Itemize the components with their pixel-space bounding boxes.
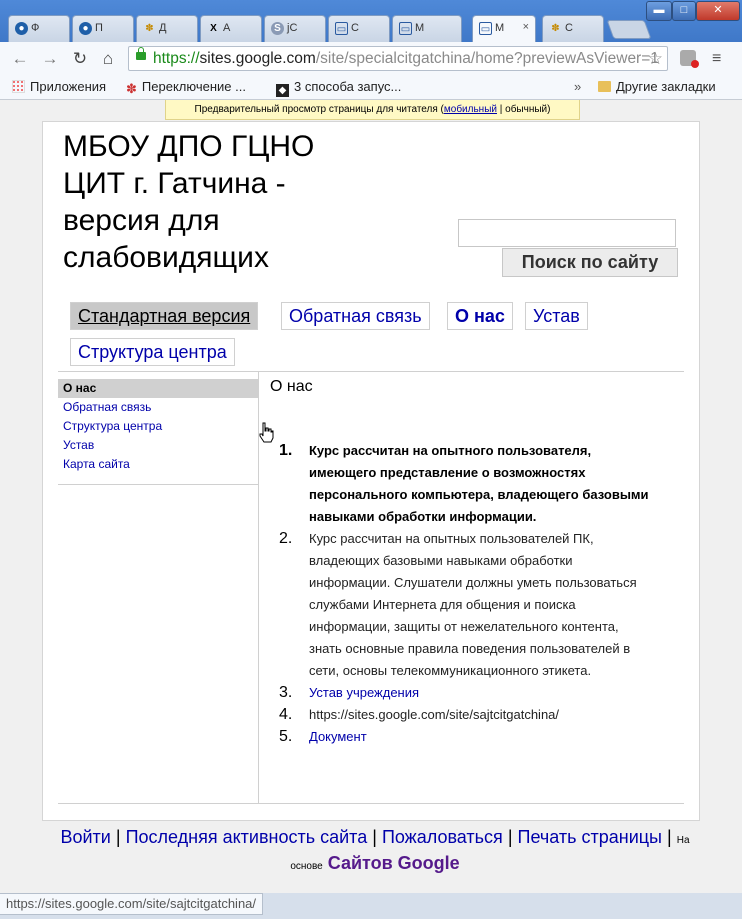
tab-close-icon[interactable]: × bbox=[523, 21, 529, 33]
page-viewport: Предварительный просмотр страницы для чи… bbox=[0, 100, 742, 893]
browser-tab-1[interactable]: ● Ф bbox=[8, 15, 70, 42]
browser-tab-2[interactable]: ● П bbox=[72, 15, 134, 42]
forward-arrow-icon[interactable]: → bbox=[40, 49, 60, 69]
other-bookmarks[interactable]: Другие закладки bbox=[598, 79, 716, 94]
browser-tab-3[interactable]: ✽ Д bbox=[136, 15, 198, 42]
x-logo-icon: X bbox=[210, 23, 217, 34]
sidebar: О нас Обратная связь Структура центра Ус… bbox=[58, 379, 258, 474]
folder-icon bbox=[598, 81, 611, 92]
content-title: О нас bbox=[270, 378, 313, 395]
status-bar: https://sites.google.com/site/sajtcitgat… bbox=[0, 893, 264, 915]
header-divider bbox=[58, 371, 684, 372]
nav-standard-version[interactable]: Стандартная версия bbox=[70, 302, 259, 330]
nav-structure[interactable]: Структура центра bbox=[70, 338, 235, 366]
report-abuse-link[interactable]: Пожаловаться bbox=[382, 827, 503, 847]
sidebar-item-feedback[interactable]: Обратная связь bbox=[58, 398, 258, 417]
sites-page-icon: ▭ bbox=[335, 22, 348, 35]
list-item: 4. https://sites.google.com/site/sajtcit… bbox=[279, 706, 560, 723]
blue-circle-icon: ● bbox=[79, 22, 92, 35]
browser-tab-active[interactable]: ▭ М × bbox=[472, 15, 536, 43]
site-title: МБОУ ДПО ГЦНО ЦИТ г. Гатчина - версия дл… bbox=[63, 130, 315, 274]
sidebar-item-sitemap[interactable]: Карта сайта bbox=[58, 455, 258, 474]
document-link[interactable]: Документ bbox=[309, 729, 367, 744]
recent-activity-link[interactable]: Последняя активность сайта bbox=[126, 827, 368, 847]
nav-charter[interactable]: Устав bbox=[525, 302, 588, 330]
list-item: 2. Курс рассчитан на опытных пользовател… bbox=[279, 530, 637, 678]
sidebar-divider bbox=[58, 484, 258, 485]
print-page-link[interactable]: Печать страницы bbox=[518, 827, 662, 847]
login-link[interactable]: Войти bbox=[60, 827, 110, 847]
bookmark-apps[interactable]: Приложения bbox=[12, 79, 106, 94]
bookmark-joomla[interactable]: ✽ Переключение ... bbox=[126, 79, 246, 95]
list-item: 5. Документ bbox=[279, 728, 367, 745]
sidebar-item-charter[interactable]: Устав bbox=[58, 436, 258, 455]
browser-tab-4[interactable]: X А bbox=[200, 15, 262, 42]
reload-icon[interactable]: ↻ bbox=[70, 49, 90, 69]
browser-toolbar: ← → ↻ ⌂ https://sites.google.com/site/sp… bbox=[0, 42, 742, 75]
browser-tab-6[interactable]: ▭ С bbox=[328, 15, 390, 42]
browser-tab-5[interactable]: S jC bbox=[264, 15, 326, 42]
preview-mobile-link[interactable]: мобильный bbox=[444, 104, 497, 115]
back-arrow-icon[interactable]: ← bbox=[10, 49, 30, 69]
minimize-button[interactable]: ▬ bbox=[646, 1, 672, 21]
sites-page-icon: ▭ bbox=[479, 22, 492, 35]
preview-normal-label: обычный bbox=[505, 104, 548, 115]
joomla-icon: ✽ bbox=[551, 23, 560, 34]
blue-circle-icon: ● bbox=[15, 22, 28, 35]
nav-about[interactable]: О нас bbox=[447, 302, 513, 330]
bookmarks-overflow-button[interactable]: » bbox=[574, 79, 581, 94]
search-button[interactable]: Поиск по сайту bbox=[502, 248, 678, 277]
close-window-button[interactable]: ✕ bbox=[696, 1, 740, 21]
content-list: 1. Курс рассчитан на опытного пользовате… bbox=[273, 440, 653, 748]
content-bottom-divider bbox=[58, 803, 684, 804]
sidebar-item-about[interactable]: О нас bbox=[58, 379, 258, 398]
address-bar[interactable]: https://sites.google.com/site/specialcit… bbox=[128, 46, 668, 71]
charter-link[interactable]: Устав учреждения bbox=[309, 685, 419, 700]
sidebar-item-structure[interactable]: Структура центра bbox=[58, 417, 258, 436]
title-bar: ● Ф ● П ✽ Д X А S jC ▭ С ▭ М ▭ М × ✽ С ▬… bbox=[0, 0, 742, 43]
browser-tab-9[interactable]: ✽ С bbox=[542, 15, 604, 42]
home-icon[interactable]: ⌂ bbox=[98, 49, 118, 69]
joomla-icon: ✽ bbox=[145, 23, 154, 34]
menu-icon[interactable]: ≡ bbox=[712, 50, 721, 68]
preview-notice-bar: Предварительный просмотр страницы для чи… bbox=[165, 100, 580, 120]
lock-icon bbox=[136, 47, 146, 60]
bookmarks-bar: Приложения ✽ Переключение ... ◆ 3 способа … bbox=[0, 75, 742, 100]
nav-feedback[interactable]: Обратная связь bbox=[281, 302, 430, 330]
site-url-text: https://sites.google.com/site/sajtcitgat… bbox=[309, 707, 560, 722]
bookmark-3-ways[interactable]: ◆ 3 способа запус... bbox=[276, 79, 401, 97]
s-circle-icon: S bbox=[271, 22, 284, 35]
diamond-icon: ◆ bbox=[276, 84, 289, 97]
maximize-button[interactable]: □ bbox=[672, 1, 696, 21]
extension-icon[interactable] bbox=[680, 50, 699, 68]
browser-tab-7[interactable]: ▭ М bbox=[392, 15, 462, 42]
sites-page-icon: ▭ bbox=[399, 22, 412, 35]
bookmark-star-icon[interactable]: ☆ bbox=[648, 47, 663, 70]
new-tab-button[interactable] bbox=[606, 20, 652, 39]
site-footer: Войти | Последняя активность сайта | Пож… bbox=[60, 827, 690, 873]
list-item: 1. Курс рассчитан на опытного пользовате… bbox=[279, 442, 649, 524]
google-sites-link[interactable]: Сайтов Google bbox=[328, 853, 460, 873]
search-input[interactable] bbox=[458, 219, 676, 247]
apps-grid-icon bbox=[12, 80, 25, 93]
site-page: МБОУ ДПО ГЦНО ЦИТ г. Гатчина - версия дл… bbox=[42, 121, 700, 821]
list-item: 3. Устав учреждения bbox=[279, 684, 420, 701]
hand-cursor-icon bbox=[259, 422, 274, 443]
joomla-icon: ✽ bbox=[126, 81, 137, 96]
